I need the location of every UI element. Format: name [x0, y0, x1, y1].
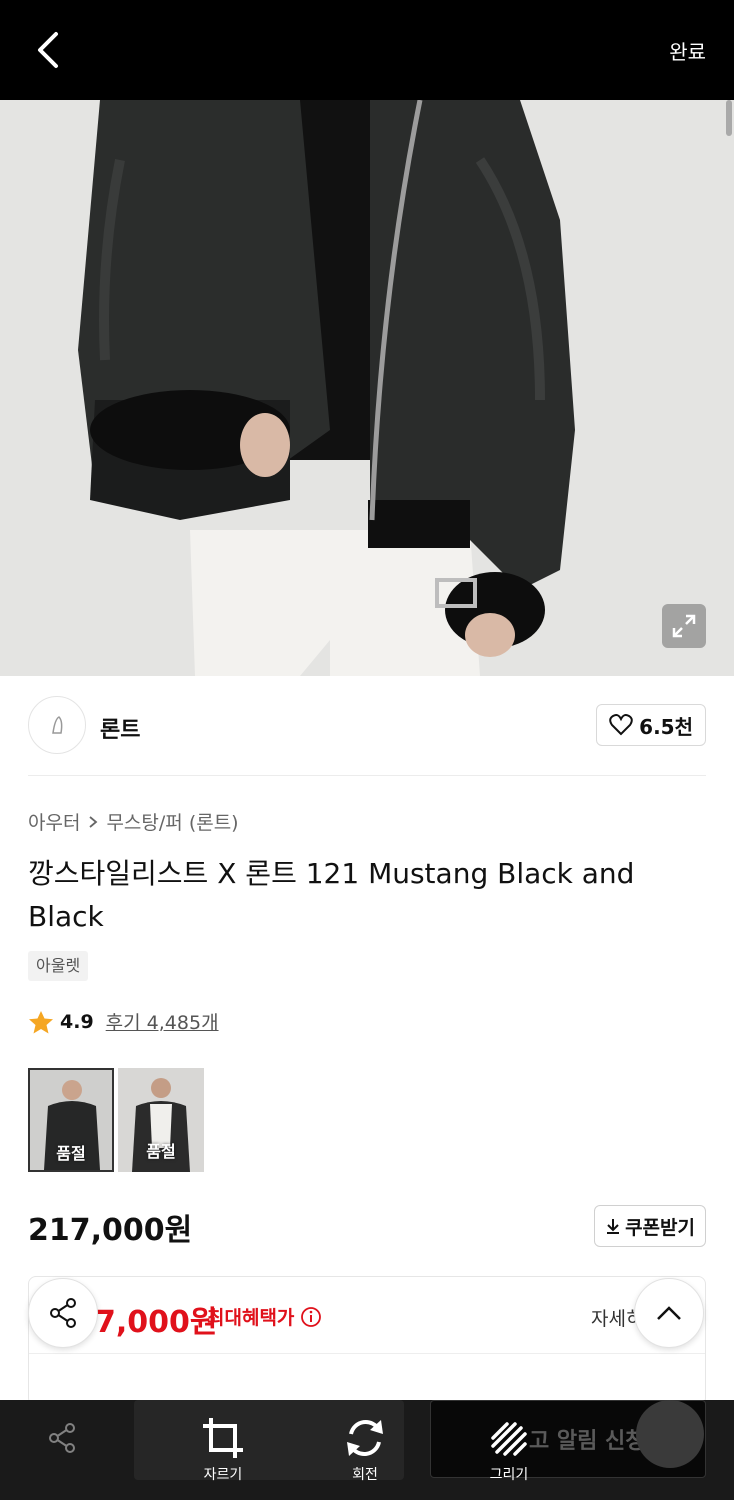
- benefit-label-text: 최대혜택가: [207, 1307, 295, 1329]
- share-icon: [50, 1298, 76, 1328]
- jacket-photo: [0, 100, 734, 676]
- breadcrumb-item-category[interactable]: 무스탕/퍼 (론트): [106, 808, 238, 835]
- rotate-tool-button[interactable]: 회전: [320, 1416, 410, 1484]
- background-share-icon: [42, 1418, 97, 1482]
- like-count: 6.5천: [639, 714, 693, 739]
- soldout-label: 품절: [56, 1144, 86, 1163]
- coupon-label: 쿠폰받기: [625, 1216, 695, 1239]
- crop-label: 자르기: [203, 1467, 243, 1483]
- color-options: 품절 품절: [28, 1068, 204, 1172]
- soldout-label: 품절: [146, 1142, 176, 1161]
- breadcrumb: 아우터 무스탕/퍼 (론트): [28, 808, 239, 835]
- rating-row: 4.9 후기 4,485개: [28, 1008, 219, 1035]
- outlet-tag: 아울렛: [28, 951, 89, 981]
- done-button[interactable]: 완료: [669, 36, 706, 65]
- download-icon: [607, 1219, 620, 1234]
- divider: [29, 1353, 705, 1354]
- editor-toolbar: 고 알림 신청 자르기 회전 그리기: [0, 1400, 734, 1500]
- star-icon: [29, 1010, 53, 1033]
- brand-name[interactable]: 론트: [100, 712, 140, 744]
- chevron-right-icon: [89, 815, 98, 828]
- rotate-label: 회전: [352, 1467, 378, 1483]
- draw-label: 그리기: [489, 1467, 529, 1483]
- review-link[interactable]: 후기 4,485개: [106, 1008, 219, 1035]
- draw-tool-button[interactable]: 그리기: [464, 1416, 554, 1484]
- back-button[interactable]: [28, 28, 68, 72]
- color-option-black-white-fur[interactable]: 품절: [118, 1068, 204, 1172]
- chevron-left-icon: [38, 32, 58, 68]
- chevron-up-icon: [657, 1306, 681, 1320]
- expand-icon: [672, 614, 696, 638]
- breadcrumb-item-outer[interactable]: 아우터: [28, 808, 80, 835]
- share-icon: [49, 1423, 97, 1469]
- scroll-indicator: [726, 100, 732, 136]
- crop-icon: [203, 1418, 243, 1458]
- benefit-price: 7,000원: [95, 1305, 218, 1340]
- brand-logo[interactable]: [28, 696, 86, 754]
- heart-icon: [609, 714, 633, 736]
- price: 217,000원: [28, 1213, 193, 1248]
- benefit-label: 최대혜택가: [207, 1303, 322, 1330]
- info-icon[interactable]: [300, 1306, 322, 1328]
- divider: [28, 775, 706, 776]
- crop-tool-button[interactable]: 자르기: [178, 1416, 268, 1484]
- like-button[interactable]: 6.5천: [596, 704, 706, 746]
- share-button[interactable]: [28, 1278, 98, 1348]
- coupon-button[interactable]: 쿠폰받기: [594, 1205, 706, 1247]
- rotate-icon: [347, 1419, 383, 1457]
- product-title: 깡스타일리스트 X 론트 121 Mustang Black and Black: [28, 857, 635, 933]
- color-option-black[interactable]: 품절: [28, 1068, 114, 1172]
- scroll-top-button[interactable]: [634, 1278, 704, 1348]
- max-benefit-box[interactable]: 7,000원 최대혜택가 자세히: [28, 1276, 706, 1406]
- editor-top-bar: 완료: [0, 0, 734, 100]
- brand-logo-icon: [52, 716, 63, 734]
- scribble-icon: [491, 1422, 527, 1456]
- product-image[interactable]: [0, 100, 734, 676]
- expand-button[interactable]: [662, 604, 706, 648]
- brand-row: 론트 6.5천: [28, 696, 706, 756]
- background-scroll-top: [636, 1400, 704, 1468]
- rating-score: 4.9: [60, 1010, 94, 1033]
